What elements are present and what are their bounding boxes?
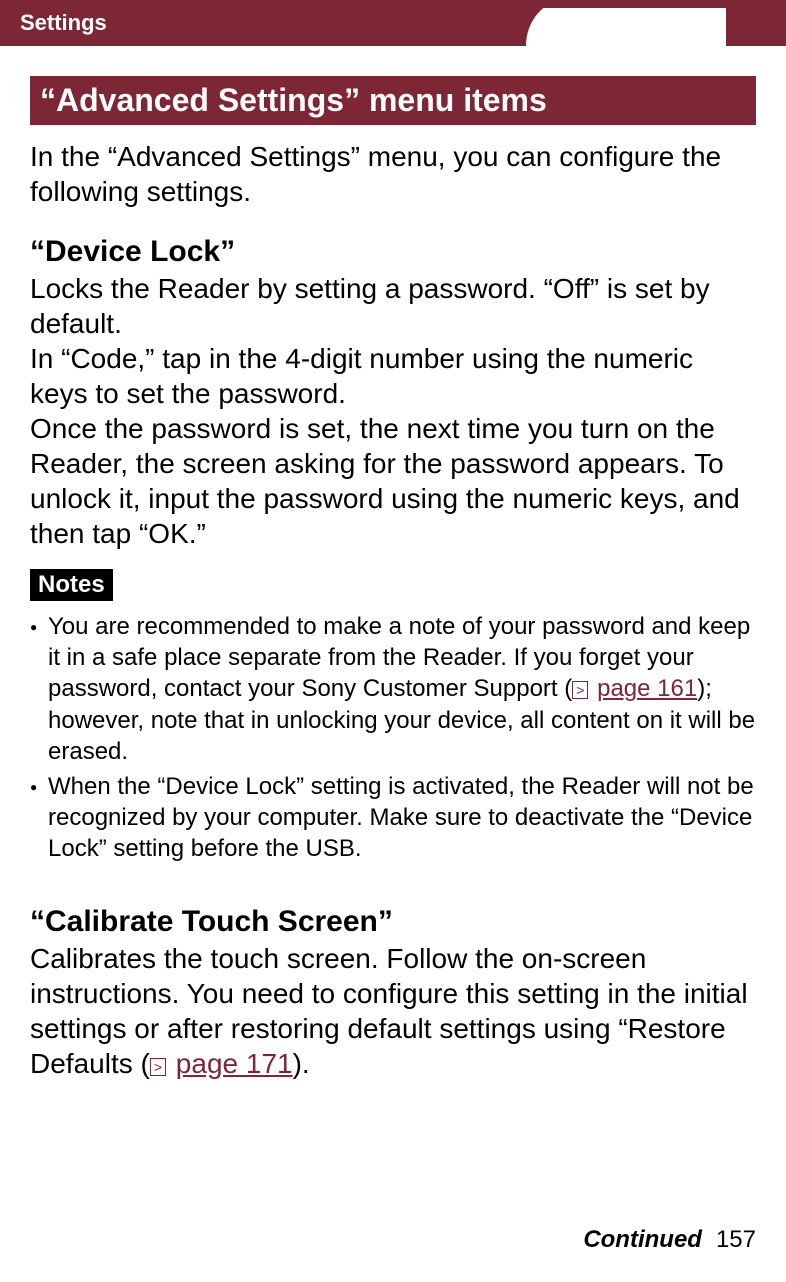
page-link-171[interactable]: page 171 — [176, 1048, 293, 1079]
header-line-decoration — [526, 0, 786, 8]
continued-label: Continued — [583, 1226, 702, 1253]
section-title-banner: “Advanced Settings” menu items — [30, 76, 756, 125]
calibrate-heading: “Calibrate Touch Screen” — [30, 905, 756, 939]
page-number: 157 — [716, 1226, 756, 1253]
notes-label: Notes — [30, 569, 113, 601]
page-link-161[interactable]: page 161 — [597, 675, 697, 702]
note-item: You are recommended to make a note of yo… — [30, 611, 756, 767]
calibrate-body: Calibrates the touch screen. Follow the … — [30, 941, 756, 1081]
note-pre: When the “Device Lock” setting is activa… — [48, 773, 754, 862]
header-bar: Settings — [0, 0, 786, 46]
page-content: “Advanced Settings” menu items In the “A… — [0, 46, 786, 1081]
device-lock-heading: “Device Lock” — [30, 235, 756, 269]
intro-text: In the “Advanced Settings” menu, you can… — [30, 139, 756, 209]
note-item: When the “Device Lock” setting is activa… — [30, 771, 756, 865]
notes-list: You are recommended to make a note of yo… — [30, 611, 756, 865]
device-lock-body: Locks the Reader by setting a password. … — [30, 271, 756, 551]
xref-icon: > — [150, 1058, 166, 1076]
calibrate-post: ). — [293, 1048, 310, 1079]
footer: Continued 157 — [583, 1226, 756, 1254]
bullet-icon — [30, 771, 48, 865]
note-text: You are recommended to make a note of yo… — [48, 611, 756, 767]
xref-icon: > — [572, 681, 588, 699]
bullet-icon — [30, 611, 48, 767]
calibrate-pre: Calibrates the touch screen. Follow the … — [30, 943, 748, 1079]
note-text: When the “Device Lock” setting is activa… — [48, 771, 756, 865]
